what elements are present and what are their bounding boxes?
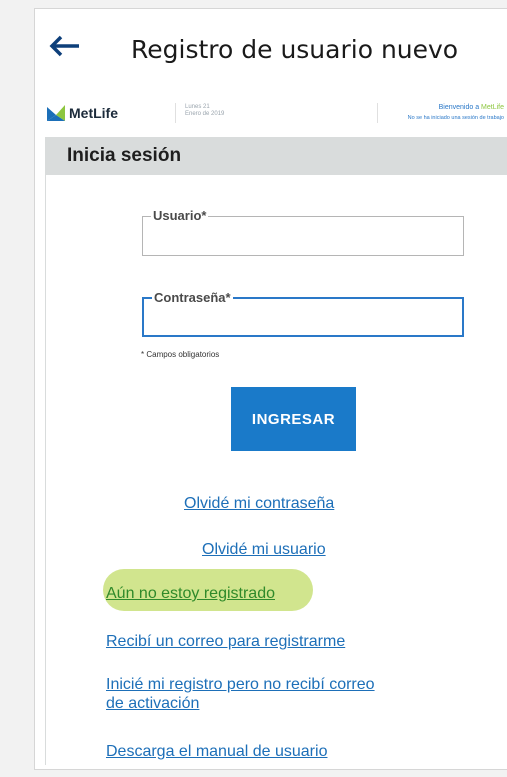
no-activation-line1: Inicié mi registro pero no recibí correo — [106, 676, 375, 693]
brand-bar: MetLife Lunes 21 Enero de 2019 Bienvenid… — [35, 93, 507, 127]
received-email-link[interactable]: Recibí un correo para registrarme — [106, 633, 345, 651]
download-manual-link[interactable]: Descarga el manual de usuario — [106, 743, 327, 761]
welcome-prefix: Bienvenido a — [438, 104, 482, 111]
date-day: Lunes 21 — [185, 104, 210, 110]
username-label: Usuario* — [151, 208, 209, 223]
welcome-brand: MetLife — [481, 104, 504, 111]
not-registered-link[interactable]: Aún no estoy registrado — [106, 585, 275, 603]
username-field[interactable]: Usuario* — [142, 208, 464, 256]
login-button[interactable]: INGRESAR — [231, 387, 356, 451]
session-note: No se ha iniciado una sesión de trabajo — [407, 115, 504, 121]
date-display: Lunes 21 Enero de 2019 — [185, 104, 224, 118]
metlife-logo-icon — [47, 105, 65, 121]
logo-text: MetLife — [69, 105, 118, 121]
login-card: Usuario* Contraseña* * Campos obligatori… — [45, 175, 507, 765]
username-input[interactable] — [151, 229, 455, 249]
page-title: Registro de usuario nuevo — [131, 35, 459, 64]
section-title: Inicia sesión — [67, 145, 182, 166]
forgot-password-link[interactable]: Olvidé mi contraseña — [184, 495, 334, 513]
no-activation-email-link[interactable]: Inicié mi registro pero no recibí correo… — [106, 675, 375, 713]
password-label: Contraseña* — [152, 290, 233, 305]
required-fields-note: * Campos obligatorios — [141, 350, 220, 359]
forgot-user-link[interactable]: Olvidé mi usuario — [202, 541, 326, 559]
welcome-message: Bienvenido a MetLife No se ha iniciado u… — [408, 103, 504, 123]
divider — [175, 103, 176, 123]
divider — [377, 103, 378, 123]
back-arrow-icon[interactable] — [49, 35, 81, 57]
title-bar: Registro de usuario nuevo — [35, 9, 507, 87]
password-input[interactable] — [152, 311, 456, 331]
date-month: Enero de 2019 — [185, 111, 225, 117]
no-activation-line2: de activación — [106, 695, 200, 712]
section-header: Inicia sesión — [45, 137, 507, 175]
app-frame: Registro de usuario nuevo MetLife Lunes … — [34, 8, 507, 770]
password-field[interactable]: Contraseña* — [142, 290, 464, 337]
